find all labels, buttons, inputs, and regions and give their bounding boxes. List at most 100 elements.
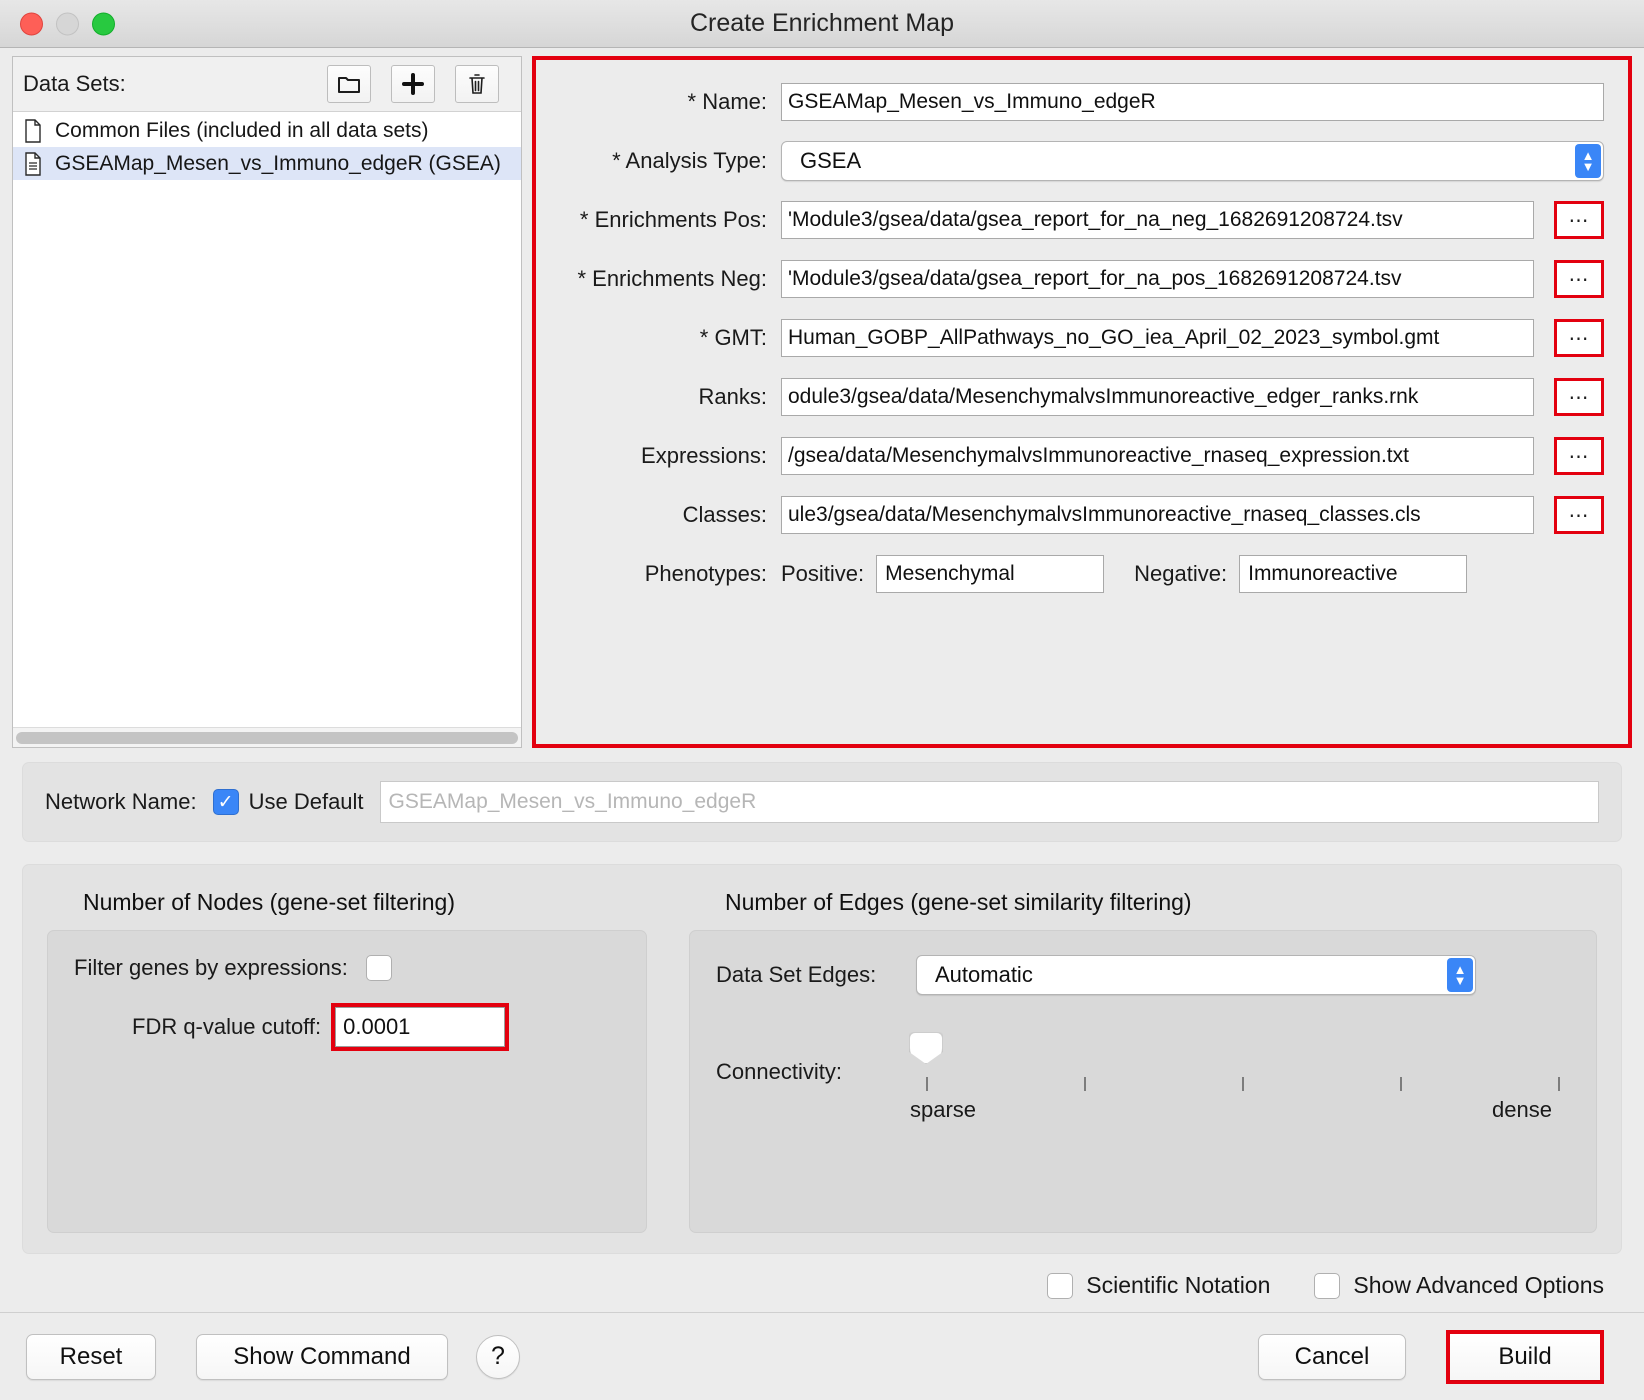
filter-genes-label: Filter genes by expressions:: [74, 955, 348, 980]
chevron-updown-icon[interactable]: ▲ ▼: [1447, 958, 1473, 992]
network-name-input[interactable]: GSEAMap_Mesen_vs_Immuno_edgeR: [379, 781, 1599, 823]
filter-genes-checkbox[interactable]: [365, 955, 392, 981]
list-item[interactable]: GSEAMap_Mesen_vs_Immuno_edgeR (GSEA): [13, 147, 521, 180]
window-titlebar: Create Enrichment Map: [0, 0, 1644, 48]
nodes-section-title: Number of Nodes (gene-set filtering): [83, 889, 455, 915]
expressions-row: Expressions: /gsea/data/MesenchymalvsImm…: [536, 436, 1604, 476]
scientific-notation-label: Scientific Notation: [1086, 1272, 1271, 1298]
expressions-browse-button[interactable]: ⋯: [1554, 437, 1604, 475]
name-input[interactable]: GSEAMap_Mesen_vs_Immuno_edgeR: [781, 83, 1604, 121]
dataset-edges-value: Automatic: [935, 962, 1033, 987]
analysis-type-value: GSEA: [800, 148, 862, 173]
phenotypes-row: Phenotypes: Positive: Mesenchymal Negati…: [536, 554, 1604, 594]
connectivity-slider[interactable]: sparse dense: [909, 1032, 1570, 1123]
text-file-icon: [23, 151, 43, 176]
phenotype-negative-label: Negative:: [1134, 561, 1228, 586]
gmt-label: * GMT:: [699, 325, 767, 350]
slider-min-label: sparse: [910, 1097, 977, 1122]
edges-inner-box: Data Set Edges: Automatic ▲ ▼ Connectivit…: [689, 930, 1597, 1233]
slider-tick: [1400, 1077, 1402, 1091]
use-default-label: Use Default: [248, 789, 364, 814]
dataset-edges-row: Data Set Edges: Automatic ▲ ▼: [716, 955, 1570, 995]
cancel-button[interactable]: Cancel: [1258, 1333, 1406, 1380]
expressions-label: Expressions:: [641, 443, 767, 468]
fdr-cutoff-row: FDR q-value cutoff: 0.0001: [74, 1003, 620, 1051]
blank-file-icon: [23, 118, 43, 143]
scientific-notation-checkbox[interactable]: [1047, 1272, 1074, 1299]
analysis-type-select[interactable]: GSEA ▲ ▼: [781, 141, 1604, 181]
list-item[interactable]: Common Files (included in all data sets): [13, 114, 521, 147]
ranks-browse-button[interactable]: ⋯: [1554, 378, 1604, 416]
nodes-column: Number of Nodes (gene-set filtering) Fil…: [47, 883, 647, 1233]
enrichments-pos-browse-button[interactable]: ⋯: [1554, 201, 1604, 239]
data-sets-horizontal-scrollbar[interactable]: [13, 727, 521, 747]
options-row: Scientific Notation Show Advanced Option…: [0, 1272, 1604, 1299]
window-controls: [20, 12, 115, 35]
fdr-cutoff-input[interactable]: 0.0001: [335, 1007, 506, 1047]
edges-column: Number of Edges (gene-set similarity fil…: [689, 883, 1597, 1233]
scrollbar-thumb[interactable]: [16, 731, 518, 744]
list-item-label: Common Files (included in all data sets): [55, 118, 429, 142]
expressions-input[interactable]: /gsea/data/MesenchymalvsImmunoreactive_r…: [781, 437, 1534, 475]
show-advanced-checkbox[interactable]: [1314, 1272, 1341, 1299]
dialog-footer: Reset Show Command ? Cancel Build: [0, 1312, 1644, 1400]
phenotypes-label: Phenotypes:: [644, 561, 767, 586]
use-default-checkbox[interactable]: ✓: [212, 789, 239, 815]
enrichments-neg-row: * Enrichments Neg: 'Module3/gsea/data/gs…: [536, 259, 1604, 299]
dataset-edges-label: Data Set Edges:: [716, 962, 877, 987]
enrichments-pos-row: * Enrichments Pos: 'Module3/gsea/data/gs…: [536, 200, 1604, 240]
data-sets-panel: Data Sets: Common Files (included in all…: [12, 56, 522, 748]
classes-label: Classes:: [682, 502, 767, 527]
enrichments-pos-input[interactable]: 'Module3/gsea/data/gsea_report_for_na_ne…: [781, 201, 1534, 239]
network-name-section: Network Name: ✓ Use Default GSEAMap_Mese…: [22, 762, 1622, 842]
close-window-button[interactable]: [20, 12, 43, 35]
dataset-edges-select[interactable]: Automatic ▲ ▼: [916, 955, 1476, 995]
maximize-window-button[interactable]: [92, 12, 115, 35]
build-button[interactable]: Build: [1450, 1333, 1600, 1380]
nodes-inner-box: Filter genes by expressions: FDR q-value…: [47, 930, 647, 1233]
folder-icon: [337, 74, 361, 94]
enrichments-neg-input[interactable]: 'Module3/gsea/data/gsea_report_for_na_po…: [781, 260, 1534, 298]
add-dataset-button[interactable]: [391, 65, 435, 103]
slider-tick: [1558, 1077, 1560, 1091]
analysis-type-row: * Analysis Type: GSEA ▲ ▼: [536, 141, 1604, 181]
create-enrichment-map-dialog: Create Enrichment Map Data Sets: Common …: [0, 0, 1644, 1400]
name-label: * Name:: [687, 89, 767, 114]
open-folder-button[interactable]: [327, 65, 371, 103]
filter-genes-row: Filter genes by expressions:: [74, 955, 620, 981]
classes-browse-button[interactable]: ⋯: [1554, 496, 1604, 534]
slider-end-labels: sparse dense: [910, 1097, 1560, 1123]
enrichments-neg-browse-button[interactable]: ⋯: [1554, 260, 1604, 298]
gmt-row: * GMT: Human_GOBP_AllPathways_no_GO_iea_…: [536, 318, 1604, 358]
minimize-window-button[interactable]: [56, 12, 79, 35]
classes-input[interactable]: ule3/gsea/data/MesenchymalvsImmunoreacti…: [781, 496, 1534, 534]
slider-tick: [926, 1077, 928, 1091]
trash-icon: [467, 72, 487, 96]
upper-section: Data Sets: Common Files (included in all…: [0, 48, 1644, 748]
delete-dataset-button[interactable]: [455, 65, 499, 103]
data-sets-label: Data Sets:: [23, 71, 126, 96]
slider-max-label: dense: [1492, 1097, 1552, 1122]
phenotype-negative-input[interactable]: Immunoreactive: [1239, 555, 1468, 593]
plus-icon: [401, 72, 425, 96]
classes-row: Classes: ule3/gsea/data/MesenchymalvsImm…: [536, 495, 1604, 535]
gmt-input[interactable]: Human_GOBP_AllPathways_no_GO_iea_April_0…: [781, 319, 1534, 357]
chevron-updown-icon[interactable]: ▲ ▼: [1575, 144, 1601, 178]
show-advanced-option[interactable]: Show Advanced Options: [1314, 1272, 1604, 1299]
dataset-details-panel: * Name: GSEAMap_Mesen_vs_Immuno_edgeR * …: [532, 56, 1632, 748]
connectivity-label: Connectivity:: [716, 1059, 842, 1084]
window-title: Create Enrichment Map: [689, 9, 954, 37]
reset-button[interactable]: Reset: [26, 1333, 156, 1380]
scientific-notation-option[interactable]: Scientific Notation: [1047, 1272, 1270, 1299]
data-sets-list[interactable]: Common Files (included in all data sets)…: [13, 112, 521, 727]
ranks-input[interactable]: odule3/gsea/data/MesenchymalvsImmunoreac…: [781, 378, 1534, 416]
phenotype-positive-input[interactable]: Mesenchymal: [876, 555, 1105, 593]
help-button[interactable]: ?: [476, 1334, 520, 1379]
edges-section-title: Number of Edges (gene-set similarity fil…: [725, 889, 1192, 915]
slider-ticks: [926, 1077, 1560, 1091]
list-item-label: GSEAMap_Mesen_vs_Immuno_edgeR (GSEA): [55, 151, 501, 175]
network-name-label: Network Name:: [45, 789, 197, 814]
gmt-browse-button[interactable]: ⋯: [1554, 319, 1604, 357]
checkmark-icon: ✓: [217, 791, 234, 813]
show-command-button[interactable]: Show Command: [196, 1333, 448, 1380]
